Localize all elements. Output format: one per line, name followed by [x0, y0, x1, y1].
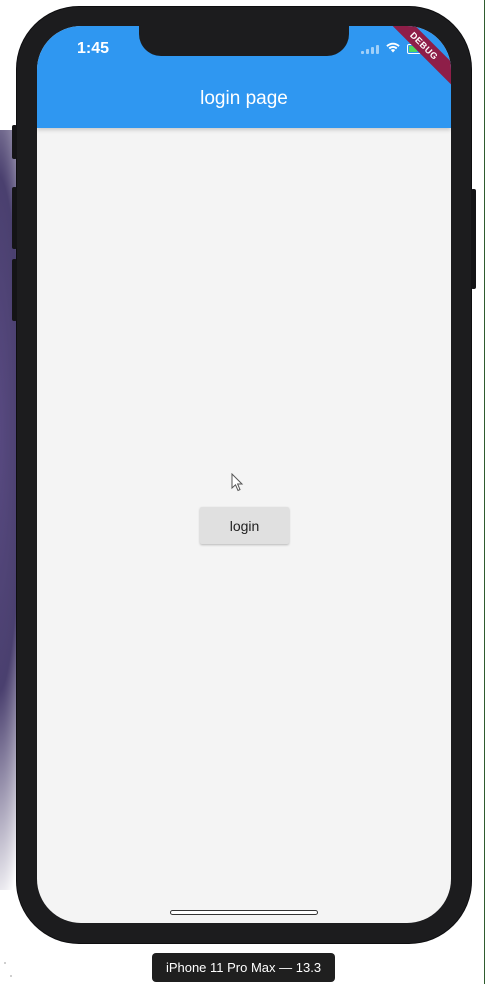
wifi-icon: [385, 40, 401, 58]
app-bar: 1:45 DEBUG login page: [37, 26, 451, 128]
login-button[interactable]: login: [200, 507, 289, 544]
speck: [10, 975, 12, 977]
simulator-window: 1:45 DEBUG login page login iPhone 11 Pr…: [0, 0, 485, 984]
mute-switch: [12, 125, 17, 159]
debug-banner: DEBUG: [379, 26, 451, 91]
status-time: 1:45: [77, 40, 110, 57]
page-title: login page: [200, 88, 288, 109]
signal-icon: [361, 44, 379, 54]
power-button: [471, 189, 476, 289]
mouse-cursor-icon: [231, 472, 245, 493]
device-screen: 1:45 DEBUG login page login: [37, 26, 451, 923]
volume-up-button: [12, 187, 17, 249]
notch: [139, 26, 349, 56]
device-label: iPhone 11 Pro Max — 13.3: [152, 953, 335, 982]
home-indicator[interactable]: [170, 910, 318, 915]
speck: [4, 962, 6, 964]
volume-down-button: [12, 259, 17, 321]
phone-frame: 1:45 DEBUG login page login: [12, 7, 476, 943]
